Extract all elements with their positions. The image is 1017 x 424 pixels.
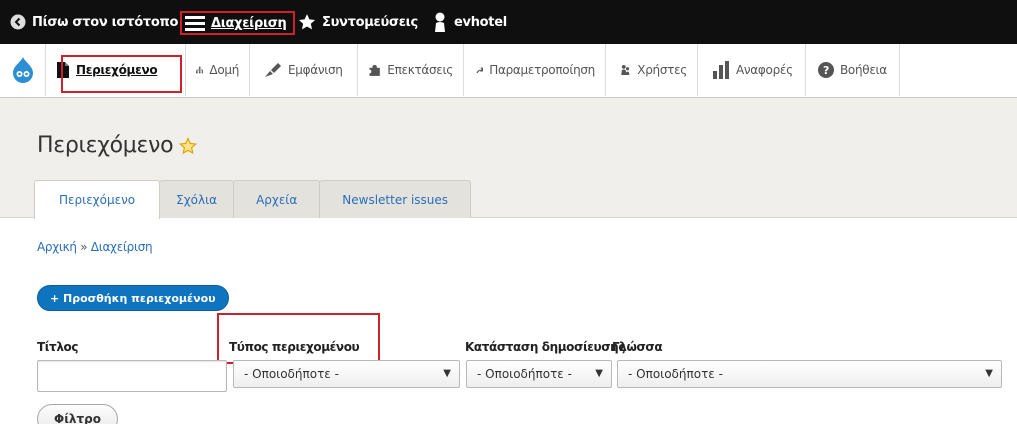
tray-item-content[interactable]: Περιεχόμενο bbox=[46, 44, 186, 96]
file-icon bbox=[57, 62, 69, 78]
toolbar-tray: Περιεχόμενο Δομή Εμφάνιση Επεκτάσεις Παρ… bbox=[0, 44, 1017, 98]
language-select-value: - Οποιοδήποτε - bbox=[628, 367, 723, 381]
paintbrush-icon bbox=[265, 63, 281, 77]
star-icon bbox=[298, 14, 316, 30]
highlight-content-type-annotation bbox=[217, 313, 380, 364]
admin-toolbar: Πίσω στον ιστότοπο Διαχείριση Συντομεύσε… bbox=[0, 0, 1017, 44]
help-icon: ? bbox=[818, 62, 834, 78]
tray-item-label: Παραμετροποίηση bbox=[489, 63, 595, 77]
breadcrumb-home-link[interactable]: Αρχική bbox=[37, 240, 77, 254]
publish-status-filter-label: Κατάσταση δημοσίευσης bbox=[465, 340, 626, 354]
tray-item-structure[interactable]: Δομή bbox=[186, 44, 250, 96]
tray-item-help[interactable]: ? Βοήθεια bbox=[806, 44, 900, 96]
user-label: evhotel bbox=[454, 14, 507, 30]
language-select[interactable]: - Οποιοδήποτε - ▼ bbox=[617, 360, 1002, 388]
breadcrumb-manage-link[interactable]: Διαχείριση bbox=[91, 240, 153, 254]
user-icon bbox=[435, 12, 445, 32]
page-title-text: Περιεχόμενο bbox=[37, 133, 174, 158]
tray-item-label: Εμφάνιση bbox=[288, 63, 343, 77]
language-filter-label: Γλώσσα bbox=[612, 340, 663, 354]
tray-item-label: Χρήστες bbox=[637, 63, 687, 77]
add-content-button[interactable]: + Προσθήκη περιεχομένου bbox=[37, 285, 229, 311]
people-icon bbox=[621, 64, 630, 76]
tab-content[interactable]: Περιεχόμενο bbox=[34, 180, 161, 219]
dropdown-arrow-icon: ▼ bbox=[443, 368, 451, 379]
star-outline-icon[interactable] bbox=[179, 136, 198, 155]
breadcrumb: Αρχική » Διαχείριση bbox=[37, 240, 153, 254]
primary-tabs: Περιεχόμενο Σχόλια Αρχεία Newsletter iss… bbox=[34, 180, 472, 219]
title-filter-input[interactable] bbox=[37, 360, 227, 392]
tray-item-label: Βοήθεια bbox=[840, 63, 887, 77]
page-title: Περιεχόμενο bbox=[37, 133, 198, 158]
wrench-icon bbox=[476, 67, 484, 74]
drupal-logo[interactable] bbox=[0, 44, 46, 96]
bar-chart-icon bbox=[713, 61, 729, 79]
drupal-drop-icon bbox=[12, 57, 33, 83]
tray-item-label: Περιεχόμενο bbox=[76, 63, 158, 77]
title-filter-label: Τίτλος bbox=[37, 340, 79, 354]
content-type-select[interactable]: - Οποιοδήποτε - ▼ bbox=[233, 360, 460, 388]
tray-item-configuration[interactable]: Παραμετροποίηση bbox=[464, 44, 606, 96]
user-tab[interactable]: evhotel bbox=[432, 0, 507, 44]
shortcuts-label: Συντομεύσεις bbox=[322, 14, 418, 30]
menu-icon bbox=[185, 16, 205, 31]
filter-button[interactable]: Φίλτρο bbox=[37, 404, 118, 424]
back-to-site-label: Πίσω στον ιστότοπο bbox=[32, 14, 179, 30]
dropdown-arrow-icon: ▼ bbox=[985, 368, 993, 379]
svg-text:?: ? bbox=[823, 64, 829, 77]
tray-item-label: Επεκτάσεις bbox=[387, 63, 453, 77]
tray-item-extend[interactable]: Επεκτάσεις bbox=[358, 44, 464, 96]
dropdown-arrow-icon: ▼ bbox=[595, 368, 603, 379]
content-type-filter-label: Τύπος περιεχομένου bbox=[229, 340, 360, 354]
chevron-left-circle-icon bbox=[10, 14, 26, 30]
sitemap-icon bbox=[196, 66, 204, 74]
tab-comments[interactable]: Σχόλια bbox=[159, 180, 235, 218]
tray-item-people[interactable]: Χρήστες bbox=[606, 44, 698, 96]
tray-item-label: Αναφορές bbox=[736, 63, 793, 77]
back-to-site-link[interactable]: Πίσω στον ιστότοπο bbox=[10, 0, 178, 44]
manage-label: Διαχείριση bbox=[211, 15, 287, 31]
publish-status-select[interactable]: - Οποιοδήποτε - ▼ bbox=[466, 360, 612, 388]
puzzle-icon bbox=[368, 64, 380, 76]
tab-files[interactable]: Αρχεία bbox=[233, 180, 321, 218]
tray-item-reports[interactable]: Αναφορές bbox=[698, 44, 806, 96]
breadcrumb-separator: » bbox=[80, 240, 88, 254]
manage-tab[interactable]: Διαχείριση bbox=[180, 11, 295, 35]
shortcuts-tab[interactable]: Συντομεύσεις bbox=[298, 0, 418, 44]
tray-item-label: Δομή bbox=[209, 63, 239, 77]
tray-item-appearance[interactable]: Εμφάνιση bbox=[250, 44, 358, 96]
publish-status-select-value: - Οποιοδήποτε - bbox=[477, 367, 572, 381]
content-type-select-value: - Οποιοδήποτε - bbox=[244, 367, 339, 381]
tab-newsletter-issues[interactable]: Newsletter issues bbox=[319, 180, 472, 218]
